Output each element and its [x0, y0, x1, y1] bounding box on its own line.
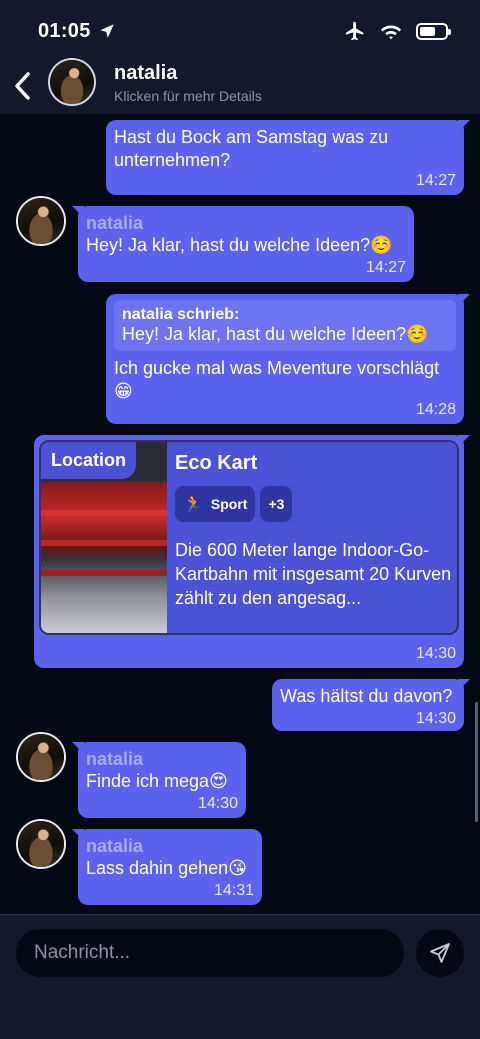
message-list[interactable]: Hast du Bock am Samstag was zu unternehm…	[0, 114, 480, 914]
message-text: Finde ich mega😍	[86, 771, 228, 791]
location-description: Die 600 Meter lange Indoor-Go-Kartbahn m…	[175, 540, 452, 608]
message-text: Hast du Bock am Samstag was zu unternehm…	[114, 127, 389, 170]
location-title: Eco Kart	[175, 452, 258, 474]
wifi-icon	[380, 25, 402, 40]
incoming-message[interactable]: natalia Lass dahin gehen😘 14:31	[72, 829, 262, 905]
sender-avatar[interactable]	[16, 196, 66, 246]
message-text: Lass dahin gehen😘	[86, 858, 247, 878]
quote-text: Hey! Ja klar, hast du welche Ideen?☺️	[122, 324, 429, 344]
message-time: 14:30	[415, 710, 456, 727]
sender-name: natalia	[86, 749, 144, 769]
message-text: Ich gucke mal was Meventure vorschlägt 😁	[114, 358, 440, 401]
outgoing-message[interactable]: Was hältst du davon? 14:30	[272, 679, 470, 731]
tag-label: +3	[268, 496, 285, 512]
chat-header[interactable]: natalia Klicken für mehr Details	[0, 58, 480, 114]
message-text: Was hältst du davon?	[280, 686, 453, 706]
location-badge: Location	[41, 442, 136, 479]
sender-avatar[interactable]	[16, 732, 66, 782]
airplane-icon	[345, 21, 364, 41]
contact-details-hint[interactable]: Klicken für mehr Details	[114, 88, 262, 104]
incoming-message[interactable]: natalia Hey! Ja klar, hast du welche Ide…	[72, 206, 414, 282]
runner-icon: 🏃	[183, 496, 203, 513]
message-time: 14:30	[197, 795, 238, 812]
tag-more[interactable]: +3	[260, 486, 293, 522]
message-text: Hey! Ja klar, hast du welche Ideen?☺️	[86, 235, 393, 255]
sender-name: natalia	[86, 213, 144, 233]
sender-avatar[interactable]	[16, 819, 66, 869]
battery-icon	[416, 22, 451, 40]
location-card[interactable]: Location Eco Kart 🏃 Sport +3 Die 600 Met…	[39, 440, 459, 635]
tag-sport[interactable]: 🏃 Sport	[175, 486, 256, 522]
outgoing-message[interactable]: Hast du Bock am Samstag was zu unternehm…	[106, 120, 470, 195]
message-time: 14:30	[415, 645, 456, 662]
location-tags: 🏃 Sport +3	[175, 486, 293, 522]
contact-avatar[interactable]	[48, 58, 96, 106]
tag-label: Sport	[210, 496, 248, 512]
back-button[interactable]	[8, 66, 38, 106]
sender-name: natalia	[86, 836, 144, 856]
status-time: 01:05	[38, 20, 91, 42]
send-button[interactable]	[416, 929, 464, 977]
message-time: 14:27	[415, 172, 456, 189]
message-time: 14:27	[365, 259, 406, 276]
location-arrow-icon	[100, 24, 114, 38]
message-time: 14:31	[213, 882, 254, 899]
contact-name[interactable]: natalia	[114, 62, 177, 85]
status-bar: 01:05	[0, 0, 480, 60]
message-time: 14:28	[415, 401, 456, 418]
message-input[interactable]: Nachricht...	[16, 929, 404, 977]
chevron-left-icon	[15, 72, 30, 100]
scrollbar[interactable]	[475, 702, 478, 822]
message-composer: Nachricht...	[0, 914, 480, 1039]
quoted-message[interactable]: natalia schrieb: Hey! Ja klar, hast du w…	[114, 300, 456, 351]
status-icons	[344, 20, 451, 42]
send-icon	[430, 943, 450, 963]
quote-header: natalia schrieb:	[122, 306, 240, 323]
outgoing-location-message[interactable]: Location Eco Kart 🏃 Sport +3 Die 600 Met…	[34, 435, 470, 668]
outgoing-message[interactable]: natalia schrieb: Hey! Ja klar, hast du w…	[106, 294, 470, 424]
incoming-message[interactable]: natalia Finde ich mega😍 14:30	[72, 742, 246, 818]
